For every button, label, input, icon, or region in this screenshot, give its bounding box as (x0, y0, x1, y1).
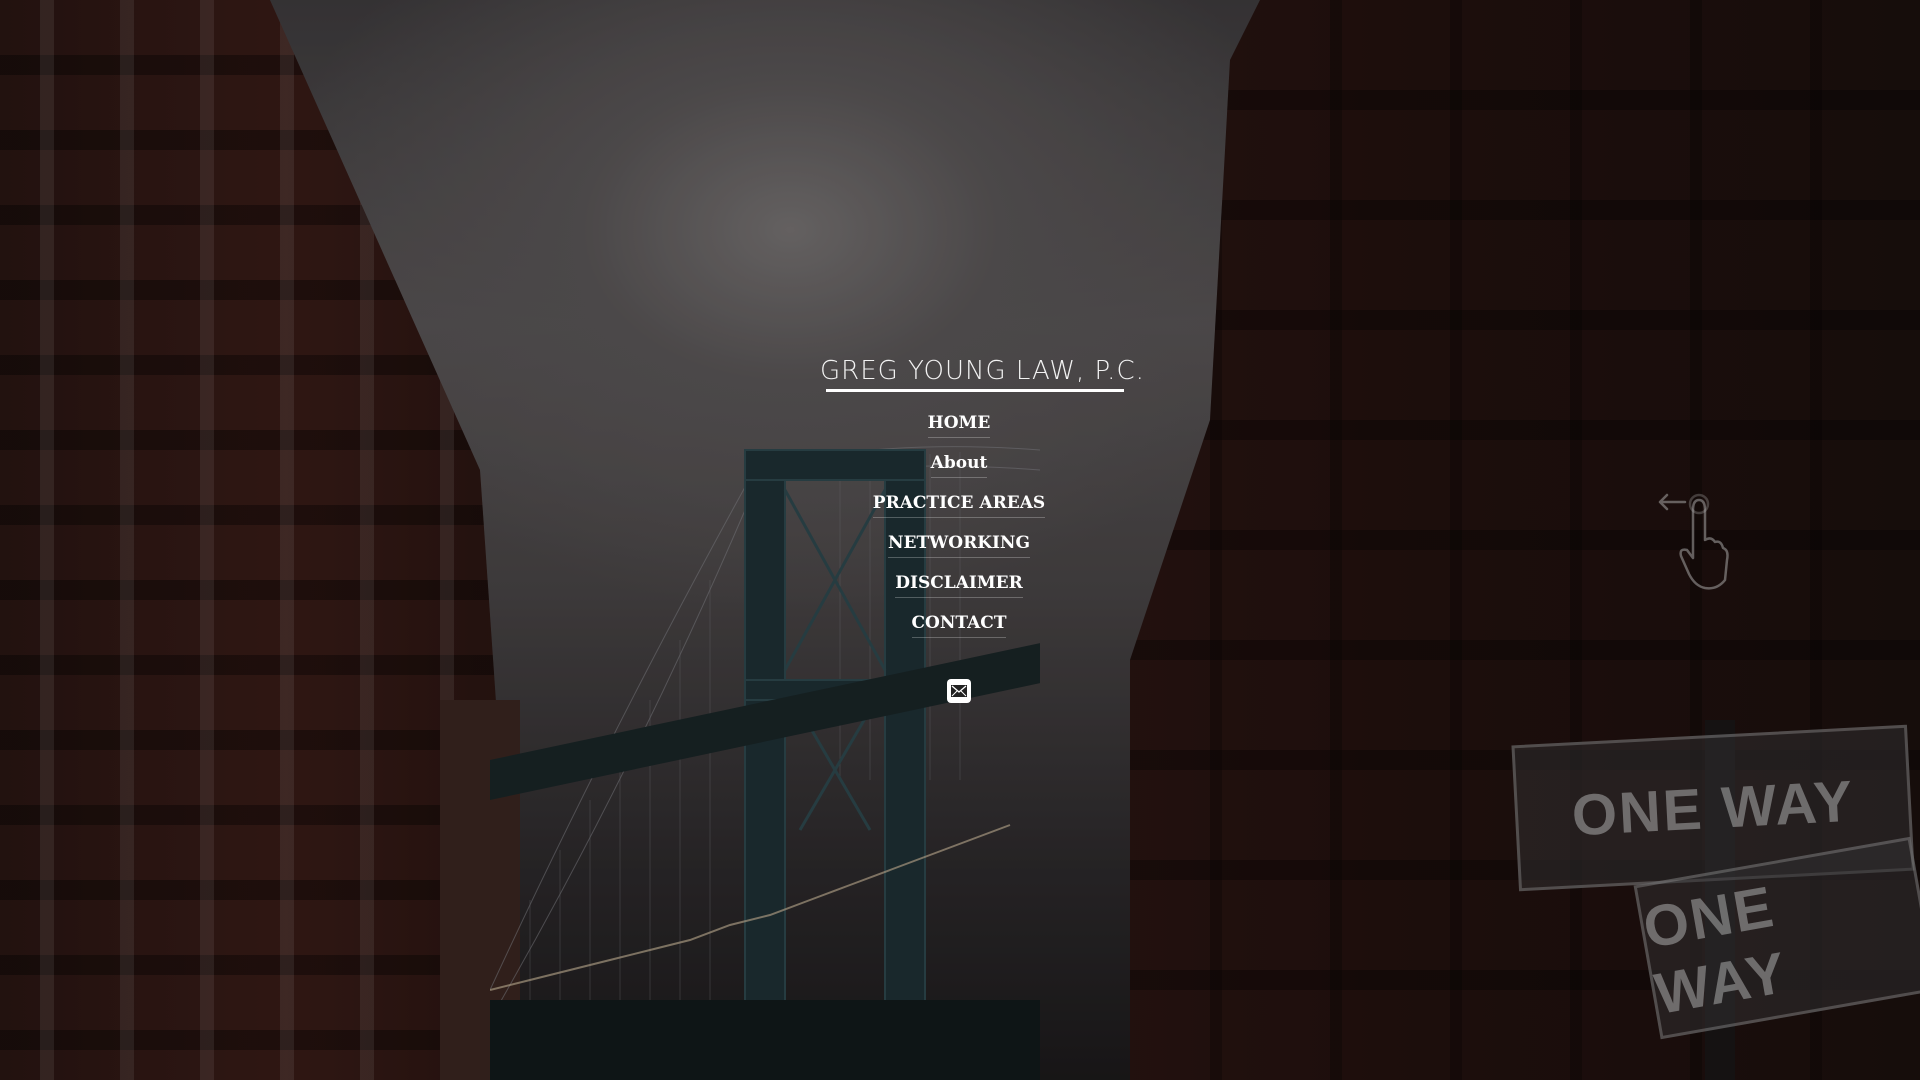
nav-item-contact: CONTACT (800, 605, 1118, 645)
nav-item-networking: NETWORKING (800, 525, 1118, 565)
nav-link-disclaimer[interactable]: DISCLAIMER (895, 573, 1023, 598)
nav-link-practice-areas[interactable]: PRACTICE AREAS (872, 493, 1046, 518)
site-title-underline (826, 389, 1124, 392)
nav-link-home[interactable]: HOME (927, 413, 991, 438)
envelope-glyph (951, 685, 967, 697)
nav-item-home: HOME (800, 405, 1118, 445)
page: ONE WAY ONE WAY GREG YOUNG LAW, P.C. HOM… (0, 0, 1920, 1080)
underline-solid-part (896, 389, 1124, 392)
nav-link-networking[interactable]: NETWORKING (888, 533, 1030, 558)
nav-item-about: About (800, 445, 1118, 485)
nav-item-disclaimer: DISCLAIMER (800, 565, 1118, 605)
mail-icon[interactable] (947, 679, 971, 703)
underline-dashed-part (826, 389, 896, 392)
main-navigation: HOME About PRACTICE AREAS NETWORKING DIS… (800, 405, 1118, 645)
site-title-link[interactable]: GREG YOUNG LAW, P.C. (820, 356, 1144, 386)
nav-link-contact[interactable]: CONTACT (911, 613, 1007, 638)
site-content: GREG YOUNG LAW, P.C. HOME About PRACTICE… (0, 0, 1920, 1080)
nav-link-about[interactable]: About (930, 453, 988, 478)
nav-item-practice-areas: PRACTICE AREAS (800, 485, 1118, 525)
